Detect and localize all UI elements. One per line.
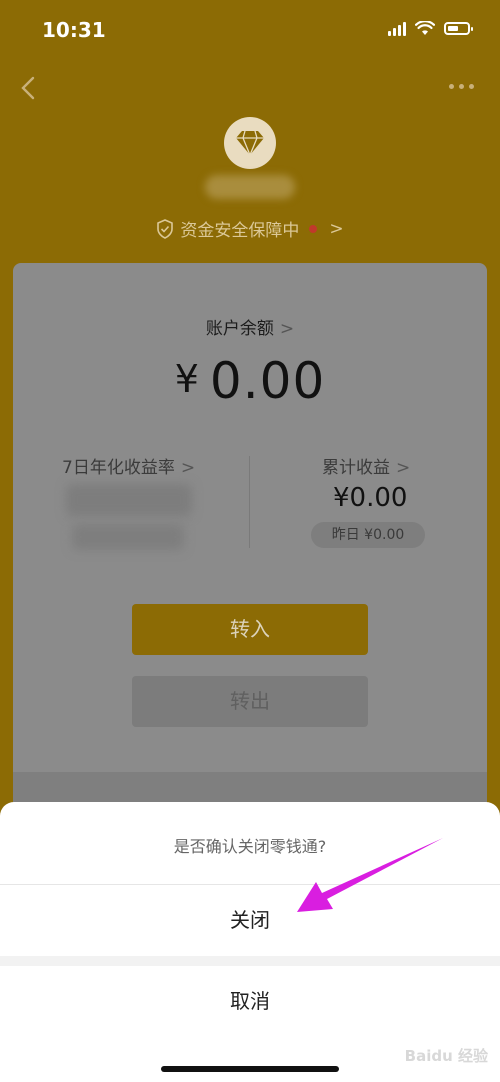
status-icons <box>388 21 473 36</box>
transfer-in-button[interactable]: 转入 <box>132 604 368 655</box>
watermark: Baidu 经验 <box>404 1047 488 1065</box>
total-earnings-label[interactable]: 累计收益 > <box>322 453 410 478</box>
chevron-right-icon: > <box>329 218 344 239</box>
vertical-divider <box>249 456 250 548</box>
balance-amount: 0.00 <box>209 352 326 410</box>
annual-rate-label[interactable]: 7日年化收益率 > <box>62 453 195 478</box>
action-sheet-title: 是否确认关闭零钱通? <box>173 837 327 856</box>
yesterday-earnings-badge: 昨日 ¥0.00 <box>311 522 425 548</box>
security-guarantee-link[interactable]: 资金安全保障中 > <box>0 216 500 241</box>
shield-icon <box>157 218 174 239</box>
divider <box>0 956 500 966</box>
chevron-right-icon: > <box>180 458 196 478</box>
wifi-icon <box>415 21 435 35</box>
annual-rate-label-text: 7日年化收益率 <box>62 458 175 478</box>
cancel-button[interactable]: 取消 <box>0 966 500 1036</box>
balance-label[interactable]: 账户余额 > <box>0 314 500 339</box>
transfer-out-button[interactable]: 转出 <box>132 676 368 727</box>
currency-symbol: ¥ <box>174 357 200 401</box>
red-dot-badge <box>309 224 318 233</box>
back-icon[interactable] <box>18 76 40 100</box>
total-earnings-label-text: 累计收益 <box>322 458 390 478</box>
screen: 10:31 资金安全保障中 > 账户余额 > ¥ 0.00 7日年化收益率 > … <box>0 0 500 1082</box>
security-text: 资金安全保障中 <box>180 221 300 241</box>
blurred-rate-value <box>66 484 192 516</box>
status-time: 10:31 <box>42 18 106 42</box>
chevron-right-icon: > <box>279 319 295 339</box>
blurred-rate-sub <box>72 524 184 550</box>
balance-label-text: 账户余额 <box>205 319 274 339</box>
chevron-right-icon: > <box>396 458 411 478</box>
balance-value: ¥0.00 <box>0 352 500 410</box>
close-button[interactable]: 关闭 <box>0 885 500 955</box>
blurred-account-name <box>205 175 295 199</box>
total-earnings-value: ¥0.00 <box>333 483 408 513</box>
signal-icon <box>388 21 406 36</box>
home-indicator <box>161 1066 339 1072</box>
battery-icon <box>444 22 473 35</box>
more-icon[interactable] <box>449 84 474 89</box>
diamond-icon <box>224 117 276 169</box>
